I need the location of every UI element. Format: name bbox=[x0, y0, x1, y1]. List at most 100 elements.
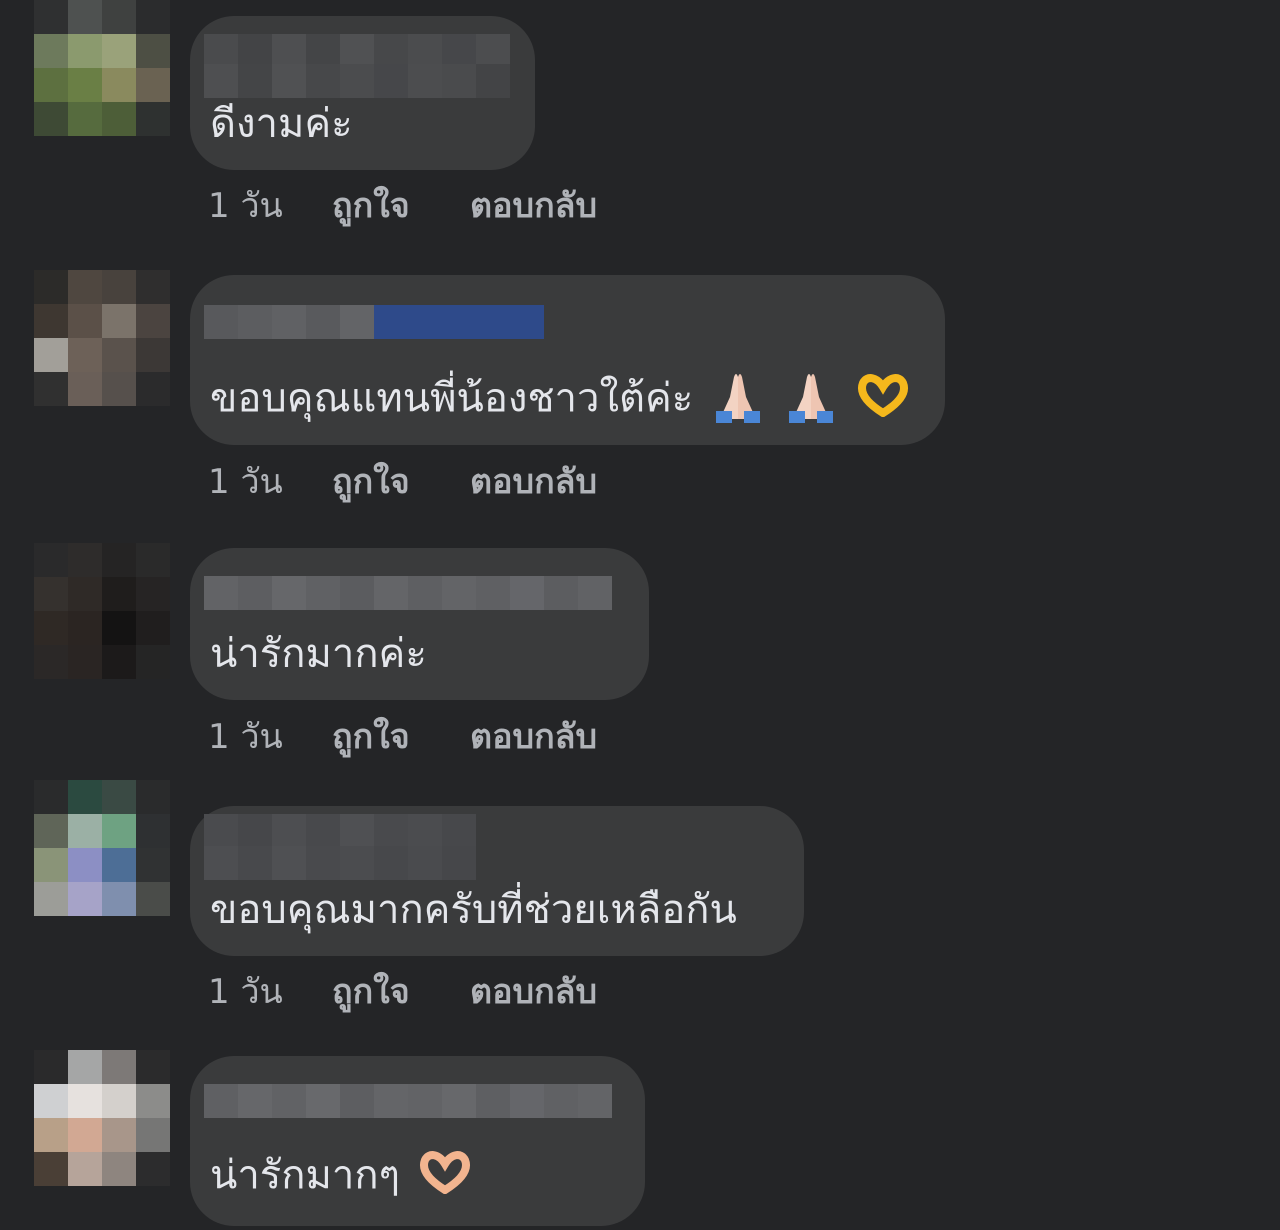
avatar-pixel bbox=[136, 645, 170, 679]
commenter-name-row2 bbox=[204, 846, 476, 880]
name-pixel bbox=[408, 814, 442, 848]
comment-bubble: ขอบคุณแทนพี่น้องชาวใต้ค่ะ bbox=[190, 275, 945, 445]
reply-button[interactable]: ตอบกลับ bbox=[470, 717, 597, 757]
comment-text: ขอบคุณแทนพี่น้องชาวใต้ค่ะ bbox=[210, 367, 911, 434]
avatar[interactable] bbox=[34, 1050, 170, 1186]
avatar-pixel bbox=[34, 848, 68, 882]
comment-text: ดีงามค่ะ bbox=[210, 101, 353, 147]
reply-button[interactable]: ตอบกลับ bbox=[470, 972, 597, 1012]
like-button[interactable]: ถูกใจ bbox=[332, 717, 470, 757]
comment-time: 1 วัน bbox=[208, 972, 283, 1012]
name-pixel bbox=[272, 576, 306, 610]
avatar-pixel bbox=[34, 1152, 68, 1186]
name-pixel bbox=[306, 576, 340, 610]
name-pixel bbox=[306, 814, 340, 848]
avatar-pixel bbox=[68, 882, 102, 916]
avatar-pixel bbox=[34, 1050, 68, 1084]
name-pixel bbox=[238, 846, 272, 880]
avatar-pixel bbox=[34, 304, 68, 338]
name-pixel bbox=[442, 576, 476, 610]
avatar-pixel bbox=[102, 102, 136, 136]
commenter-name[interactable] bbox=[204, 34, 510, 68]
folded-hands-icon bbox=[710, 367, 766, 434]
name-pixel bbox=[204, 64, 238, 98]
avatar-pixel bbox=[68, 0, 102, 34]
name-pixel bbox=[306, 846, 340, 880]
avatar[interactable] bbox=[34, 0, 170, 136]
name-pixel bbox=[510, 305, 544, 339]
avatar-pixel bbox=[136, 543, 170, 577]
name-pixel bbox=[238, 814, 272, 848]
avatar-pixel bbox=[34, 1118, 68, 1152]
avatar-pixel bbox=[102, 68, 136, 102]
comment-time: 1 วัน bbox=[208, 186, 283, 226]
comment-actions: 1 วัน ถูกใจ ตอบกลับ bbox=[208, 972, 597, 1012]
commenter-name[interactable] bbox=[204, 576, 612, 610]
avatar-pixel bbox=[136, 338, 170, 372]
avatar-pixel bbox=[34, 645, 68, 679]
like-button[interactable]: ถูกใจ bbox=[332, 186, 470, 226]
name-pixel bbox=[408, 1084, 442, 1118]
avatar-pixel bbox=[102, 1084, 136, 1118]
reply-button[interactable]: ตอบกลับ bbox=[470, 186, 597, 226]
name-pixel bbox=[408, 576, 442, 610]
name-pixel bbox=[476, 34, 510, 68]
comment-bubble: ดีงามค่ะ bbox=[190, 16, 535, 170]
commenter-name[interactable] bbox=[204, 305, 544, 339]
reply-button[interactable]: ตอบกลับ bbox=[470, 462, 597, 502]
avatar-pixel bbox=[136, 1118, 170, 1152]
avatar-pixel bbox=[68, 780, 102, 814]
like-button[interactable]: ถูกใจ bbox=[332, 972, 470, 1012]
comment-actions: 1 วัน ถูกใจ ตอบกลับ bbox=[208, 462, 597, 502]
name-pixel bbox=[204, 814, 238, 848]
avatar-pixel bbox=[136, 304, 170, 338]
name-pixel bbox=[510, 1084, 544, 1118]
name-pixel bbox=[238, 576, 272, 610]
name-pixel bbox=[238, 34, 272, 68]
comment-text: น่ารักมากๆ bbox=[210, 1150, 473, 1205]
avatar-pixel bbox=[102, 645, 136, 679]
heart-hands-icon bbox=[417, 1150, 473, 1205]
comment-time: 1 วัน bbox=[208, 462, 283, 502]
comment-actions: 1 วัน ถูกใจ ตอบกลับ bbox=[208, 717, 597, 757]
comment-text-content: น่ารักมากๆ bbox=[210, 1152, 401, 1199]
avatar-pixel bbox=[68, 577, 102, 611]
name-pixel bbox=[442, 64, 476, 98]
avatar-pixel bbox=[102, 1050, 136, 1084]
name-pixel bbox=[306, 305, 340, 339]
name-pixel bbox=[204, 1084, 238, 1118]
avatar[interactable] bbox=[34, 543, 170, 679]
avatar-pixel bbox=[68, 102, 102, 136]
commenter-name[interactable] bbox=[204, 814, 476, 848]
name-pixel bbox=[374, 64, 408, 98]
comment-bubble: ขอบคุณมากครับที่ช่วยเหลือกัน bbox=[190, 806, 804, 956]
avatar-pixel bbox=[136, 34, 170, 68]
name-pixel bbox=[340, 34, 374, 68]
name-pixel bbox=[544, 576, 578, 610]
avatar-pixel bbox=[68, 304, 102, 338]
name-pixel bbox=[306, 1084, 340, 1118]
avatar-pixel bbox=[34, 780, 68, 814]
name-pixel bbox=[544, 1084, 578, 1118]
name-pixel bbox=[374, 576, 408, 610]
avatar-pixel bbox=[136, 0, 170, 34]
name-pixel bbox=[374, 305, 408, 339]
name-pixel bbox=[442, 34, 476, 68]
name-pixel bbox=[442, 1084, 476, 1118]
name-pixel bbox=[340, 814, 374, 848]
avatar[interactable] bbox=[34, 780, 170, 916]
name-pixel bbox=[374, 814, 408, 848]
commenter-name[interactable] bbox=[204, 1084, 612, 1118]
like-button[interactable]: ถูกใจ bbox=[332, 462, 470, 502]
avatar-pixel bbox=[68, 848, 102, 882]
avatar-pixel bbox=[68, 543, 102, 577]
avatar[interactable] bbox=[34, 270, 170, 406]
avatar-pixel bbox=[34, 68, 68, 102]
avatar-pixel bbox=[136, 372, 170, 406]
name-pixel bbox=[340, 64, 374, 98]
name-pixel bbox=[272, 846, 306, 880]
avatar-pixel bbox=[34, 577, 68, 611]
name-pixel bbox=[204, 34, 238, 68]
avatar-pixel bbox=[34, 814, 68, 848]
avatar-pixel bbox=[136, 102, 170, 136]
